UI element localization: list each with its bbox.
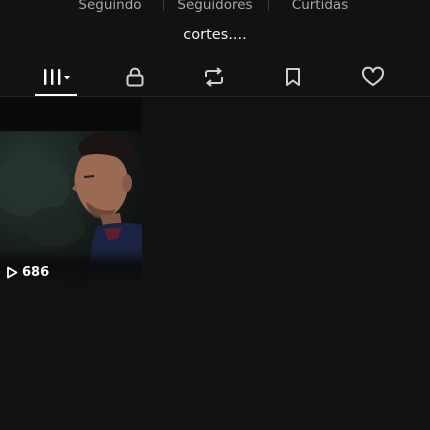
stat-followers-label[interactable]: Seguidores [177, 0, 252, 13]
lock-icon [126, 67, 144, 87]
profile-tabs [0, 58, 430, 97]
tab-reposts[interactable] [184, 58, 244, 96]
view-count-value: 686 [22, 265, 50, 280]
view-count: 686 [6, 265, 49, 280]
grid-bars-icon [44, 69, 70, 85]
profile-page: Seguindo Seguidores Curtidas cortes.... [0, 0, 430, 430]
profile-stats: Seguindo Seguidores Curtidas [0, 0, 430, 17]
stat-divider [268, 0, 269, 11]
stat-following-label[interactable]: Seguindo [78, 0, 141, 13]
stat-divider [163, 0, 164, 11]
video-thumbnail[interactable]: 686 [0, 97, 142, 287]
active-tab-indicator [35, 94, 77, 96]
tab-videos[interactable] [27, 58, 87, 96]
heart-icon [361, 66, 385, 86]
tab-liked[interactable] [343, 58, 403, 96]
tab-favorites[interactable] [263, 58, 323, 96]
repost-icon [205, 67, 223, 87]
stat-likes-label[interactable]: Curtidas [292, 0, 348, 13]
bookmark-icon [286, 68, 300, 86]
play-outline-icon [7, 266, 18, 279]
tab-private[interactable] [105, 58, 165, 96]
profile-bio: cortes.... [183, 27, 247, 43]
